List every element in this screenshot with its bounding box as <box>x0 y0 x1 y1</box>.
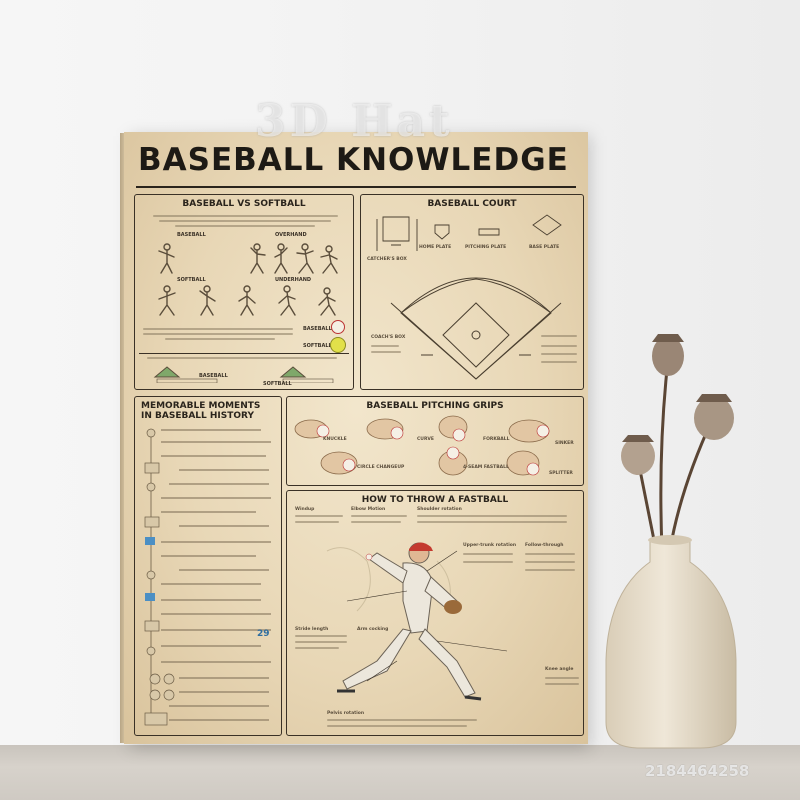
vs-heading: BASEBALL VS SOFTBALL <box>182 199 306 209</box>
step-elbow: Elbow Motion <box>351 507 386 512</box>
panel-throw-fastball: HOW TO THROW A FASTBALL Windup Elbow Mot… <box>286 490 584 736</box>
text-line <box>143 333 293 335</box>
step-windup: Windup <box>295 507 315 512</box>
text-line <box>545 677 579 679</box>
softball-sequence-figures <box>158 285 336 316</box>
baseball-icon <box>331 320 345 334</box>
text-line <box>295 521 339 523</box>
grip-hands <box>294 415 550 476</box>
text-line <box>417 515 567 517</box>
text-line <box>143 328 293 330</box>
text-line <box>417 521 567 523</box>
label-baseball: BASEBALL <box>177 232 206 238</box>
step-shoulder: Shoulder rotation <box>417 507 462 512</box>
text-line <box>541 353 577 355</box>
label-pitching-plate: PITCHING PLATE <box>465 245 507 250</box>
text-line <box>541 335 577 337</box>
watermark-bottom: 2184464258 <box>645 762 750 780</box>
poster: BASEBALL KNOWLEDGE BASEBALL VS SOFTBALL … <box>124 132 588 744</box>
text-line <box>351 521 401 523</box>
grip-curve: CURVE <box>417 437 434 442</box>
panel-baseball-court: BASEBALL COURT HOME PLATE PITCHING PLATE… <box>360 194 584 390</box>
label-coachs-box: COACH'S BOX <box>371 335 406 340</box>
court-heading: BASEBALL COURT <box>427 199 517 209</box>
history-timeline <box>144 428 271 726</box>
label-softball-size: SOFTBALL <box>303 343 332 349</box>
label-base-plate: BASE PLATE <box>529 245 560 250</box>
grip-circle-changeup: CIRCLE CHANGEUP <box>357 465 405 470</box>
grip-knuckle: KNUCKLE <box>323 437 347 442</box>
panel-baseball-vs-softball: BASEBALL VS SOFTBALL BASEBALL OVERHAND S… <box>134 194 354 390</box>
step-pelvis: Pelvis rotation <box>327 711 365 716</box>
text-line <box>541 361 577 363</box>
grips-heading: BASEBALL PITCHING GRIPS <box>366 401 504 411</box>
text-line <box>371 345 399 347</box>
history-heading-2: IN BASEBALL HISTORY <box>141 411 255 421</box>
watermark-top: 3D Hat <box>255 96 454 147</box>
panel-pitching-grips: BASEBALL PITCHING GRIPS KNUCKLE CURVE FO… <box>286 396 584 486</box>
title-rule <box>136 186 576 188</box>
grip-splitter: SPLITTER <box>549 471 573 476</box>
text-line <box>541 345 577 347</box>
text-line <box>545 683 579 685</box>
history-heading-1: MEMORABLE MOMENTS <box>141 401 261 411</box>
text-line <box>153 215 338 217</box>
text-line <box>351 515 407 517</box>
text-line <box>165 338 275 340</box>
poppy-pod <box>652 334 684 376</box>
text-line <box>147 357 337 359</box>
text-line <box>327 725 467 727</box>
label-baseball-size: BASEBALL <box>303 326 332 332</box>
text-line <box>159 220 331 222</box>
text-line <box>175 225 315 227</box>
divider <box>139 353 349 354</box>
field-comparison-diagrams <box>153 366 334 383</box>
label-softball-field: SOFTBALL <box>263 381 292 387</box>
panel-memorable-moments: MEMORABLE MOMENTS IN BASEBALL HISTORY 29 <box>134 396 282 736</box>
fastball-heading: HOW TO THROW A FASTBALL <box>361 495 509 505</box>
text-line <box>371 351 401 353</box>
vase-with-poppies <box>605 334 737 749</box>
softball-icon <box>330 337 346 353</box>
label-home-plate: HOME PLATE <box>419 245 452 250</box>
label-baseball-field: BASEBALL <box>199 373 228 379</box>
label-catchers-box: CATCHER'S BOX <box>367 257 407 262</box>
grip-forkball: FORKBALL <box>483 437 510 442</box>
plate-diagrams <box>376 214 562 251</box>
field-diagram <box>390 277 562 380</box>
step-knee-angle: Knee angle <box>545 667 574 672</box>
label-overhand: OVERHAND <box>275 232 307 238</box>
text-line <box>295 515 343 517</box>
pitcher-illustration <box>326 542 508 701</box>
grip-sinker: SINKER <box>555 441 574 446</box>
grip-4seam: 4-SEAM FASTBALL <box>463 465 509 470</box>
text-line <box>327 719 477 721</box>
poster-title: BASEBALL KNOWLEDGE <box>138 142 569 178</box>
history-number: 29 <box>257 629 270 639</box>
